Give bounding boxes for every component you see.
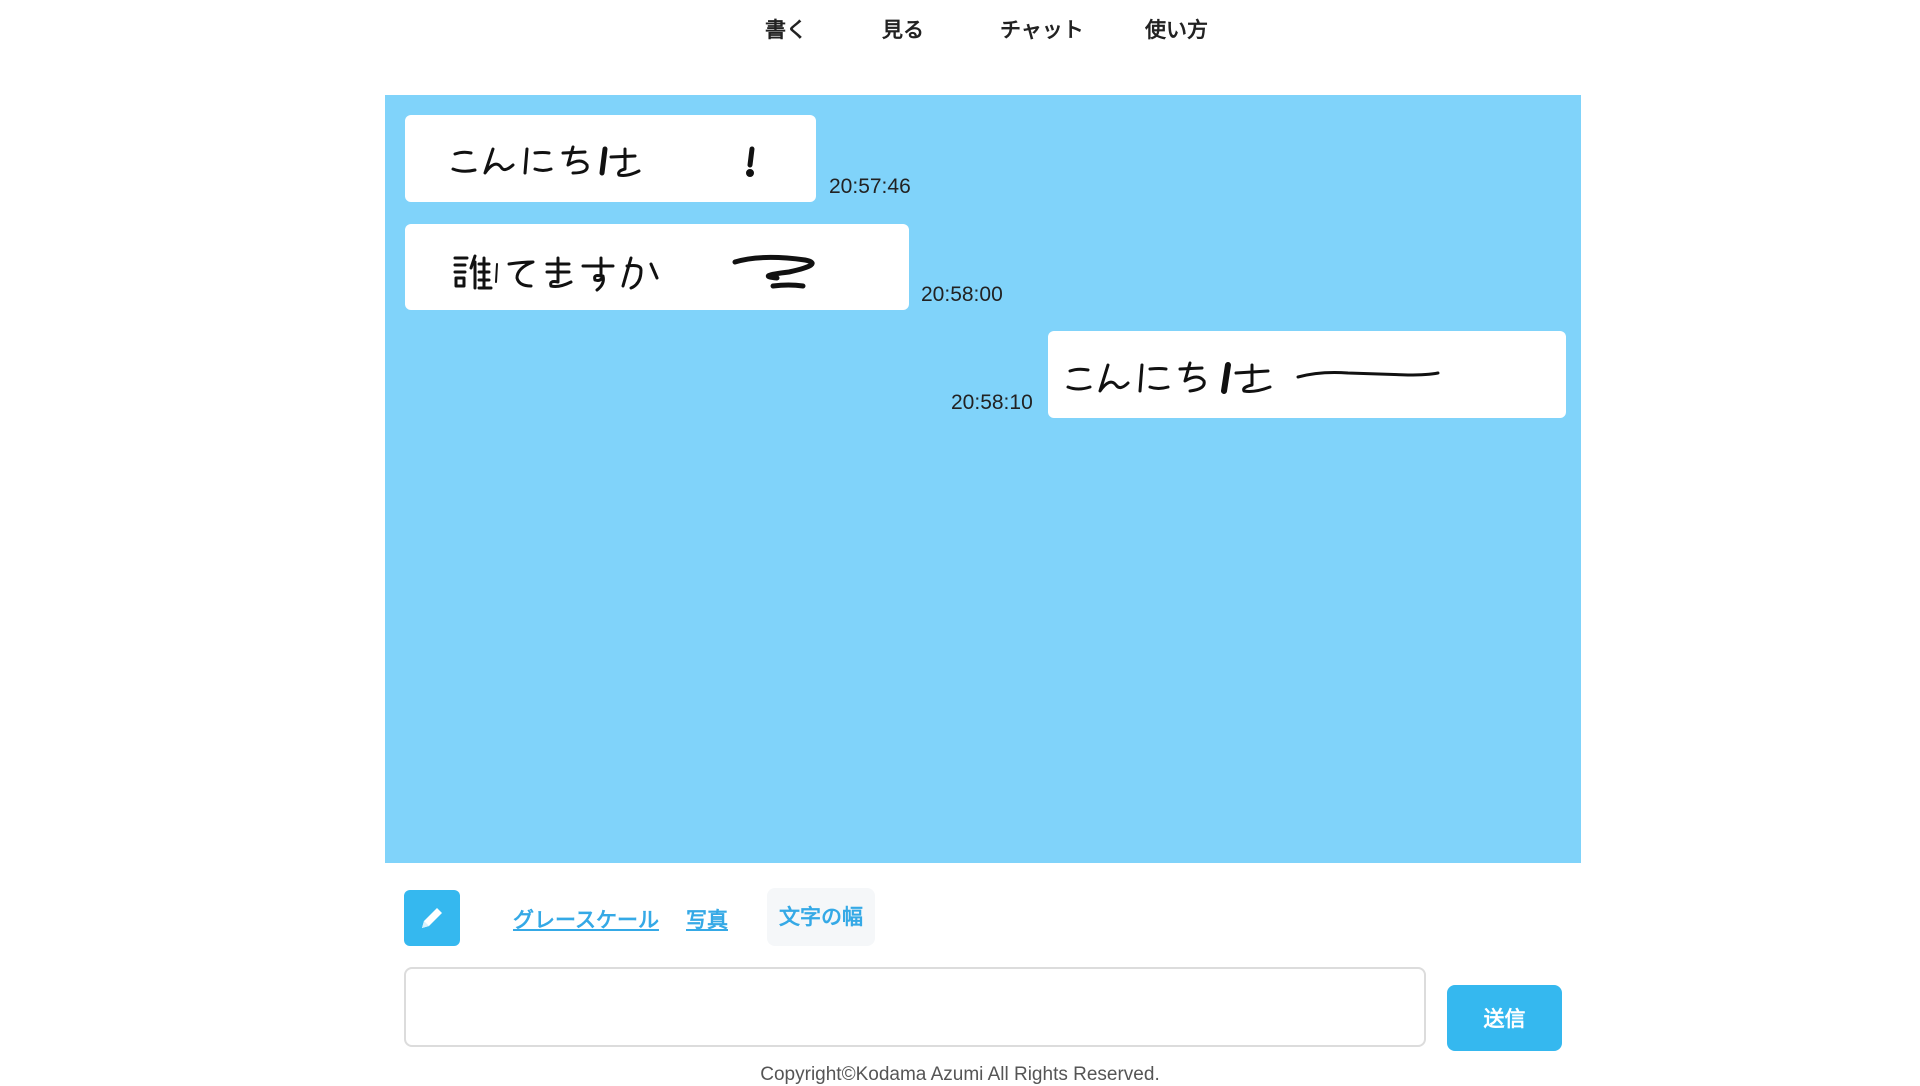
nav-item-chat[interactable]: チャット — [1000, 14, 1084, 44]
chat-area[interactable]: 20:57:46 20:58:00 20:58:10 — [385, 95, 1581, 863]
nav-item-view[interactable]: 見る — [882, 14, 924, 44]
handwritten-message-image — [1066, 361, 1440, 394]
stroke-width-button[interactable]: 文字の幅 — [767, 888, 875, 946]
send-button[interactable]: 送信 — [1447, 985, 1562, 1051]
handwritten-message-image — [451, 145, 755, 177]
handwritten-message-image — [453, 254, 815, 292]
message-timestamp: 20:57:46 — [829, 175, 911, 198]
copyright-footer: Copyright©Kodama Azumi All Rights Reserv… — [760, 1064, 1160, 1085]
message-timestamp: 20:58:10 — [951, 391, 1033, 414]
top-navigation: 書く 見る チャット 使い方 — [0, 0, 1920, 60]
chat-message-bubble — [1048, 331, 1566, 418]
pencil-icon — [422, 908, 442, 928]
chat-message-bubble — [405, 115, 816, 202]
pen-tool-button[interactable] — [404, 890, 460, 946]
message-input[interactable] — [404, 967, 1426, 1047]
nav-item-usage[interactable]: 使い方 — [1145, 14, 1208, 44]
grayscale-link[interactable]: グレースケール — [513, 904, 659, 934]
photo-link[interactable]: 写真 — [686, 904, 728, 934]
drawing-toolbar: グレースケール 写真 文字の幅 — [0, 888, 1920, 948]
message-timestamp: 20:58:00 — [921, 283, 1003, 306]
chat-message-bubble — [405, 224, 909, 310]
nav-item-write[interactable]: 書く — [765, 14, 807, 44]
